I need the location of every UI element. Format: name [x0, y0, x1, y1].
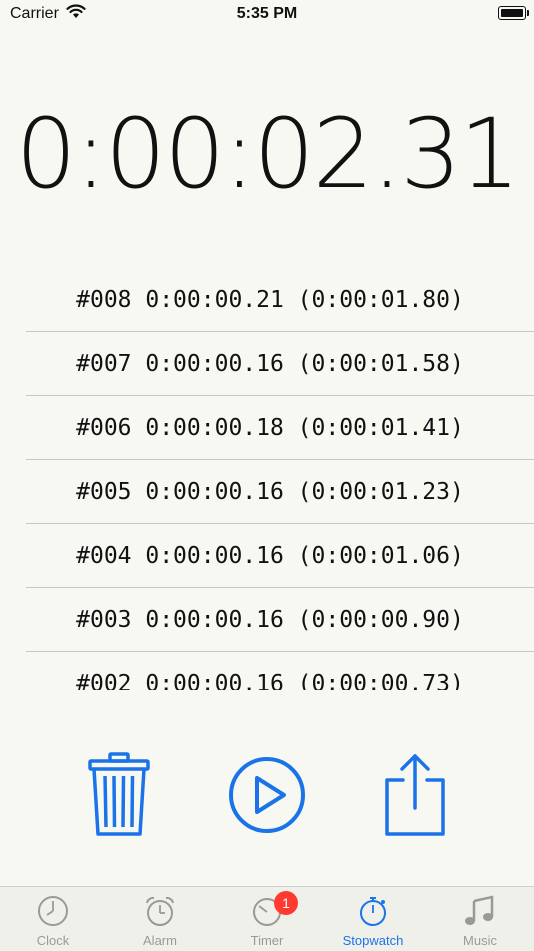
status-time: 5:35 PM — [236, 5, 298, 22]
stopwatch-icon — [360, 897, 386, 926]
lap-row: #002 0:00:00.16 (0:00:00.73) — [26, 652, 534, 691]
lap-label: #003 0:00:00.16 (0:00:00.90) — [76, 606, 464, 633]
clock-icon — [38, 896, 68, 926]
elapsed-time: 0:00:02.31 — [15, 98, 521, 210]
lap-row: #003 0:00:00.16 (0:00:00.90) — [26, 588, 534, 652]
lap-label: #008 0:00:00.21 (0:00:01.80) — [76, 286, 464, 313]
lap-label: #004 0:00:00.16 (0:00:01.06) — [76, 542, 464, 569]
lap-label: #007 0:00:00.16 (0:00:01.58) — [76, 350, 464, 377]
play-icon — [229, 757, 305, 833]
lap-row: #006 0:00:00.18 (0:00:01.41) — [26, 396, 534, 460]
tab-label: Clock — [36, 933, 70, 948]
tab-stopwatch[interactable]: Stopwatch — [320, 887, 426, 951]
clear-laps-button[interactable] — [88, 752, 150, 843]
tab-label: Stopwatch — [342, 933, 404, 948]
tab-alarm[interactable]: Alarm — [107, 887, 213, 951]
lap-label: #005 0:00:00.16 (0:00:01.23) — [76, 478, 464, 505]
lap-row: #008 0:00:00.21 (0:00:01.80) — [26, 268, 534, 332]
alarm-icon — [146, 896, 174, 926]
lap-label: #006 0:00:00.18 (0:00:01.41) — [76, 414, 464, 441]
status-bar: Carrier 5:35 PM — [0, 0, 534, 28]
start-button[interactable] — [228, 756, 306, 839]
lap-list[interactable]: #008 0:00:00.21 (0:00:01.80) #007 0:00:0… — [26, 268, 534, 690]
tab-label: Music — [463, 933, 497, 948]
share-icon — [385, 754, 445, 836]
lap-row: #005 0:00:00.16 (0:00:01.23) — [26, 460, 534, 524]
lap-row: #007 0:00:00.16 (0:00:01.58) — [26, 332, 534, 396]
trash-icon — [88, 752, 150, 836]
tab-timer[interactable]: 1 Timer — [214, 887, 320, 951]
tab-clock[interactable]: Clock — [0, 887, 106, 951]
tab-music[interactable]: Music — [427, 887, 533, 951]
lap-label: #002 0:00:00.16 (0:00:00.73) — [76, 670, 464, 691]
timer-badge: 1 — [274, 891, 298, 915]
share-button[interactable] — [383, 752, 447, 843]
music-note-icon — [465, 895, 494, 925]
tab-label: Alarm — [143, 933, 177, 948]
tab-bar: Clock Alarm 1 Timer Stopwatch Music — [0, 886, 534, 951]
lap-row: #004 0:00:00.16 (0:00:01.06) — [26, 524, 534, 588]
tab-label: Timer — [250, 933, 284, 948]
battery-icon — [498, 6, 529, 20]
